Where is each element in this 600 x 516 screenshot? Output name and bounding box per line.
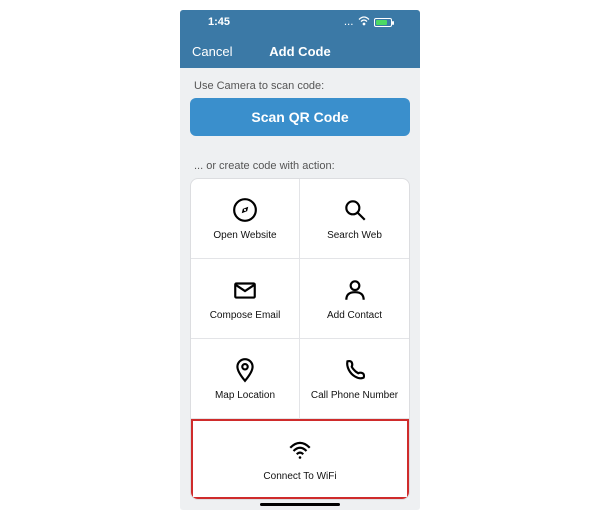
content: Use Camera to scan code: Scan QR Code ..…: [180, 68, 420, 510]
action-map-location[interactable]: Map Location: [191, 339, 300, 419]
scan-qr-button[interactable]: Scan QR Code: [190, 98, 410, 136]
action-connect-wifi[interactable]: Connect To WiFi: [191, 419, 409, 499]
scan-qr-label: Scan QR Code: [251, 109, 348, 125]
status-bar: 1:45 ...: [180, 10, 420, 34]
pin-icon: [231, 356, 259, 384]
action-open-website[interactable]: Open Website: [191, 179, 300, 259]
action-label: Add Contact: [327, 310, 382, 321]
action-label: Search Web: [327, 230, 382, 241]
wifi-icon: [286, 437, 314, 465]
status-time: 1:45: [208, 16, 230, 28]
create-hint: ... or create code with action:: [194, 160, 406, 172]
action-label: Connect To WiFi: [263, 471, 336, 482]
action-add-contact[interactable]: Add Contact: [300, 259, 409, 339]
phone-icon: [341, 356, 369, 384]
action-label: Compose Email: [210, 310, 281, 321]
search-icon: [341, 196, 369, 224]
scan-hint: Use Camera to scan code:: [194, 80, 406, 92]
home-indicator[interactable]: [260, 503, 340, 506]
wifi-status-icon: [358, 16, 370, 29]
action-label: Call Phone Number: [311, 390, 398, 401]
compass-icon: [231, 196, 259, 224]
action-search-web[interactable]: Search Web: [300, 179, 409, 259]
action-grid: Open Website Search Web Compose Email: [190, 178, 410, 500]
status-right: ...: [344, 16, 392, 29]
nav-bar: Cancel Add Code: [180, 34, 420, 68]
action-call-phone[interactable]: Call Phone Number: [300, 339, 409, 419]
signal-icon: ...: [344, 18, 354, 27]
action-label: Map Location: [215, 390, 275, 401]
mail-icon: [231, 276, 259, 304]
person-icon: [341, 276, 369, 304]
action-label: Open Website: [213, 230, 276, 241]
phone-frame: 1:45 ... Cancel Add Code Use Camera to s…: [180, 10, 420, 510]
action-compose-email[interactable]: Compose Email: [191, 259, 300, 339]
cancel-button[interactable]: Cancel: [180, 44, 232, 59]
battery-icon: [374, 18, 392, 27]
